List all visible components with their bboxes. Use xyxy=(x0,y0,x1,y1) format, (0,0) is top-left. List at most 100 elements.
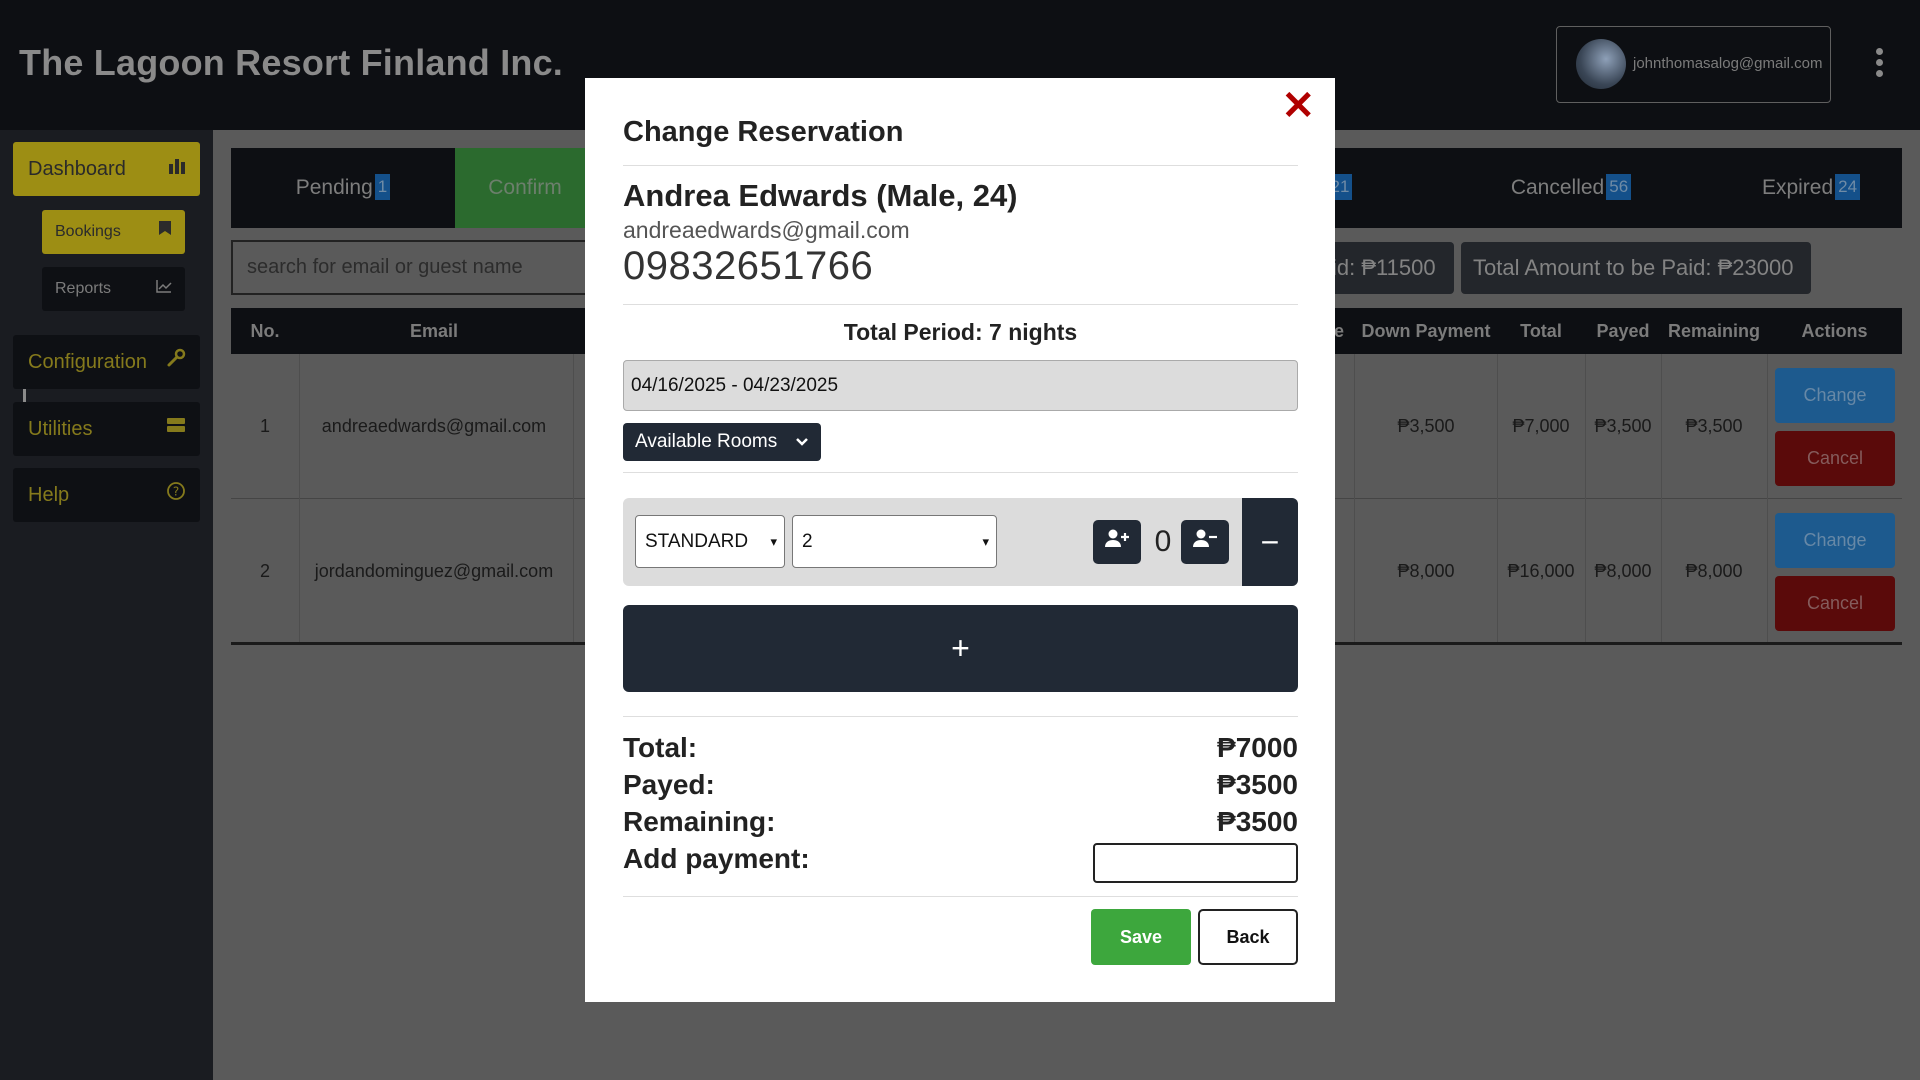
sidebar-item-label: Bookings xyxy=(55,223,121,240)
divider xyxy=(623,716,1298,717)
divider xyxy=(623,304,1298,305)
sidebar-item-dashboard[interactable]: Dashboard xyxy=(13,142,200,196)
total-paid-badge: id: ₱11500 xyxy=(1320,242,1454,294)
row-total: ₱16,000 xyxy=(1507,561,1575,581)
change-reservation-modal: ✕ Change Reservation Andrea Edwards (Mal… xyxy=(585,78,1335,1002)
count-badge: 1 xyxy=(374,174,391,200)
add-payment-input[interactable] xyxy=(1093,843,1298,883)
row-payed: ₱8,000 xyxy=(1594,561,1652,581)
sidebar-item-label: Utilities xyxy=(28,418,93,440)
payed-value: ₱3500 xyxy=(1217,769,1298,800)
close-icon[interactable]: ✕ xyxy=(1281,86,1315,126)
back-button[interactable]: Back xyxy=(1198,909,1298,965)
row-email: andreaedwards@gmail.com xyxy=(321,416,547,436)
column-divider xyxy=(299,354,300,644)
remove-guest-button[interactable] xyxy=(1181,520,1229,564)
guest-name: Andrea Edwards (Male, 24) xyxy=(623,178,1018,213)
row-total: ₱7,000 xyxy=(1512,416,1570,436)
tab-label: Confirm xyxy=(488,176,562,199)
available-rooms-label: Available Rooms xyxy=(635,431,778,452)
remaining-value: ₱3500 xyxy=(1217,806,1298,837)
change-button[interactable]: Change xyxy=(1775,368,1895,423)
column-divider xyxy=(1661,354,1662,644)
row-payed: ₱3,500 xyxy=(1594,416,1652,436)
guest-count: 0 xyxy=(1154,525,1172,558)
total-value: ₱7000 xyxy=(1217,732,1298,763)
divider xyxy=(623,472,1298,473)
sidebar-item-label: Configuration xyxy=(28,351,147,373)
wrench-icon xyxy=(166,335,186,389)
sidebar-item-label: Reports xyxy=(55,280,112,297)
cancel-button[interactable]: Cancel xyxy=(1775,576,1895,631)
tab-label: Pending xyxy=(295,176,373,199)
add-guest-button[interactable] xyxy=(1093,520,1141,564)
column-header: Email xyxy=(409,321,459,341)
payed-label: Payed: xyxy=(623,769,715,800)
column-divider xyxy=(1497,354,1498,644)
question-circle-icon: ? xyxy=(166,468,186,522)
row-remaining: ₱3,500 xyxy=(1685,416,1743,436)
row-remaining: ₱8,000 xyxy=(1685,561,1743,581)
sidebar-item-utilities[interactable]: Utilities xyxy=(13,402,200,456)
tab-confirmed[interactable]: Confirm xyxy=(455,148,595,228)
sidebar-item-help[interactable]: Help ? xyxy=(13,468,200,522)
column-header: Actions xyxy=(1801,321,1868,341)
add-room-button[interactable]: + xyxy=(623,605,1298,692)
avatar xyxy=(1576,39,1626,89)
bookmark-icon xyxy=(158,210,172,254)
user-plus-icon xyxy=(1104,529,1130,552)
modal-title: Change Reservation xyxy=(623,116,904,148)
tab-expired[interactable]: Expired 24 xyxy=(1731,148,1891,228)
brand-title: The Lagoon Resort Finland Inc. xyxy=(19,42,564,83)
chevron-down-icon: ▾ xyxy=(770,534,777,549)
server-icon xyxy=(166,402,186,456)
svg-text:?: ? xyxy=(173,485,179,499)
column-header: No. xyxy=(250,321,280,341)
sidebar-item-label: Dashboard xyxy=(28,158,126,180)
total-period: Total Period: 7 nights xyxy=(843,319,1078,345)
tab-pending[interactable]: Pending 1 xyxy=(231,148,455,228)
user-account-button[interactable]: johnthomasalog@gmail.com xyxy=(1556,26,1831,103)
user-email: johnthomasalog@gmail.com xyxy=(1633,55,1823,72)
bar-chart-icon xyxy=(168,142,186,196)
search-input[interactable]: search for email or guest name xyxy=(231,240,601,295)
column-header: Remaining xyxy=(1667,321,1760,341)
room-type-select[interactable]: STANDARD ▾ xyxy=(635,515,785,568)
row-number: 2 xyxy=(259,561,270,581)
line-chart-icon xyxy=(156,267,172,311)
tab-label: Cancelled xyxy=(1510,176,1605,199)
sidebar: Dashboard Bookings Reports Configuration… xyxy=(0,130,213,1080)
count-badge: 56 xyxy=(1606,174,1632,200)
available-rooms-button[interactable]: Available Rooms xyxy=(623,423,821,461)
change-button[interactable]: Change xyxy=(1775,513,1895,568)
divider xyxy=(623,165,1298,166)
room-quantity-value: 2 xyxy=(802,531,813,552)
row-down-payment: ₱3,500 xyxy=(1397,416,1455,436)
user-minus-icon xyxy=(1192,529,1218,552)
date-range-field[interactable]: 04/16/2025 - 04/23/2025 xyxy=(623,360,1298,411)
room-selection-row: STANDARD ▾ 2 ▾ 0 − xyxy=(623,498,1298,586)
sidebar-item-reports[interactable]: Reports xyxy=(42,267,185,311)
column-divider xyxy=(1354,354,1355,644)
tab-cancelled[interactable]: Cancelled 56 xyxy=(1451,148,1691,228)
row-number: 1 xyxy=(259,416,270,436)
guest-email: andreaedwards@gmail.com xyxy=(623,217,910,243)
sidebar-item-configuration[interactable]: Configuration xyxy=(13,335,200,389)
room-quantity-select[interactable]: 2 ▾ xyxy=(792,515,997,568)
chevron-down-icon xyxy=(795,423,809,461)
save-button[interactable]: Save xyxy=(1091,909,1191,965)
kebab-menu-icon[interactable] xyxy=(1872,48,1886,82)
count-badge: 24 xyxy=(1835,174,1861,200)
total-label: Total: xyxy=(623,732,698,763)
column-divider xyxy=(573,354,574,644)
cancel-button[interactable]: Cancel xyxy=(1775,431,1895,486)
row-down-payment: ₱8,000 xyxy=(1397,561,1455,581)
room-type-value: STANDARD xyxy=(645,531,749,552)
sidebar-item-bookings[interactable]: Bookings xyxy=(42,210,185,254)
column-header: Down Payment xyxy=(1361,321,1491,341)
remove-room-button[interactable]: − xyxy=(1242,498,1298,586)
divider xyxy=(623,896,1298,897)
total-to-be-paid-badge: Total Amount to be Paid: ₱23000 xyxy=(1461,242,1811,294)
column-divider xyxy=(1585,354,1586,644)
column-divider xyxy=(1767,354,1768,644)
